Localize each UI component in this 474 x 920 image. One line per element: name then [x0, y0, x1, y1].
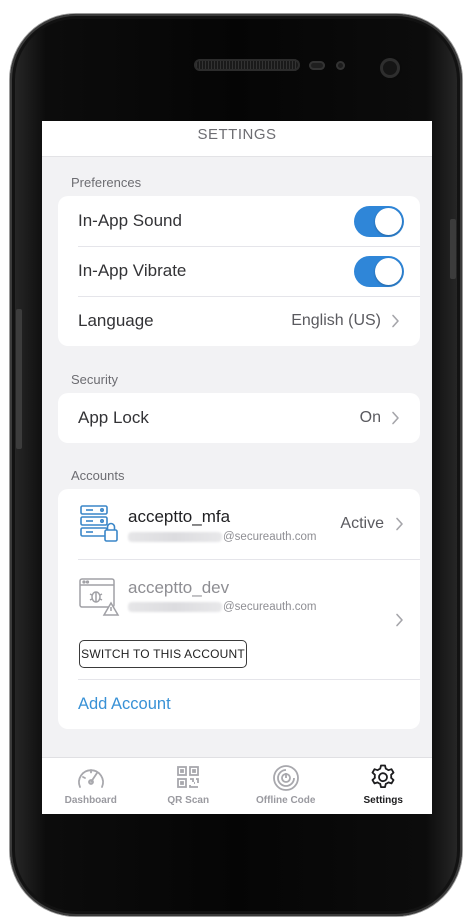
- app-lock-value: On: [359, 409, 381, 426]
- volume-button: [16, 309, 22, 449]
- chevron-right-icon: [396, 517, 403, 531]
- language-label: Language: [78, 311, 154, 330]
- account-status: Active: [340, 515, 384, 532]
- bug-warning-icon: [79, 578, 120, 616]
- app-lock-row[interactable]: App Lock On: [58, 393, 420, 443]
- chevron-right-icon: [396, 613, 403, 627]
- light-sensor: [336, 61, 345, 70]
- row-divider: [78, 679, 420, 680]
- tab-label: QR Scan: [167, 795, 210, 806]
- language-row[interactable]: Language English (US): [58, 296, 420, 346]
- tab-offline-code[interactable]: Offline Code: [237, 758, 335, 814]
- in-app-vibrate-toggle[interactable]: [354, 255, 404, 287]
- preferences-card: In-App Sound In-App Vibrate Language Eng…: [58, 196, 420, 346]
- tab-qr-scan[interactable]: QR Scan: [140, 758, 238, 814]
- tab-label: Settings: [363, 795, 403, 806]
- security-card: App Lock On: [58, 393, 420, 443]
- security-section-label: Security: [71, 372, 118, 387]
- account-name: acceptto_mfa: [128, 507, 231, 526]
- account-email-domain: @secureauth.com: [223, 601, 317, 613]
- tab-label: Dashboard: [64, 795, 117, 806]
- proximity-sensor: [309, 61, 325, 70]
- account-email: @secureauth.com: [128, 531, 317, 543]
- nav-bar: SETTINGS: [42, 121, 432, 157]
- accounts-section-label: Accounts: [71, 468, 125, 483]
- account-email: @secureauth.com: [128, 601, 317, 613]
- tab-settings[interactable]: Settings: [335, 758, 433, 814]
- accounts-card: acceptto_mfa @secureauth.com Active acce…: [58, 489, 420, 729]
- language-value: English (US): [291, 312, 381, 329]
- account-row-active[interactable]: acceptto_mfa @secureauth.com Active: [58, 489, 420, 559]
- gear-icon: [371, 764, 395, 788]
- server-lock-icon: [80, 505, 118, 542]
- switch-account-button[interactable]: SWITCH TO THIS ACCOUNT: [79, 640, 247, 668]
- earpiece-speaker: [194, 59, 300, 71]
- chevron-right-icon: [392, 411, 399, 425]
- app-lock-label: App Lock: [78, 408, 149, 427]
- chevron-right-icon: [392, 314, 399, 328]
- tab-bar: Dashboard QR Scan Offline Code Settings: [42, 757, 432, 814]
- tab-label: Offline Code: [256, 795, 316, 806]
- redacted-email-user: [128, 532, 222, 542]
- toggle-knob: [375, 257, 402, 285]
- front-camera: [380, 58, 400, 78]
- in-app-vibrate-row: In-App Vibrate: [58, 246, 420, 296]
- app-screen: SETTINGS Preferences In-App Sound In-App…: [42, 121, 432, 814]
- in-app-sound-row: In-App Sound: [58, 196, 420, 246]
- toggle-knob: [375, 207, 402, 235]
- add-account-link[interactable]: Add Account: [78, 695, 171, 714]
- gauge-icon: [77, 769, 104, 788]
- page-title: SETTINGS: [197, 126, 277, 143]
- account-name: acceptto_dev: [128, 578, 230, 597]
- redacted-email-user: [128, 602, 222, 612]
- offline-code-icon: [272, 765, 299, 791]
- in-app-sound-toggle[interactable]: [354, 205, 404, 237]
- power-button: [450, 219, 456, 279]
- account-row-inactive[interactable]: acceptto_dev @secureauth.com SWITCH TO T…: [58, 560, 420, 679]
- in-app-sound-label: In-App Sound: [78, 211, 182, 230]
- in-app-vibrate-label: In-App Vibrate: [78, 261, 187, 280]
- qr-code-icon: [177, 766, 200, 788]
- account-email-domain: @secureauth.com: [223, 531, 317, 543]
- preferences-section-label: Preferences: [71, 175, 142, 190]
- tab-dashboard[interactable]: Dashboard: [42, 758, 140, 814]
